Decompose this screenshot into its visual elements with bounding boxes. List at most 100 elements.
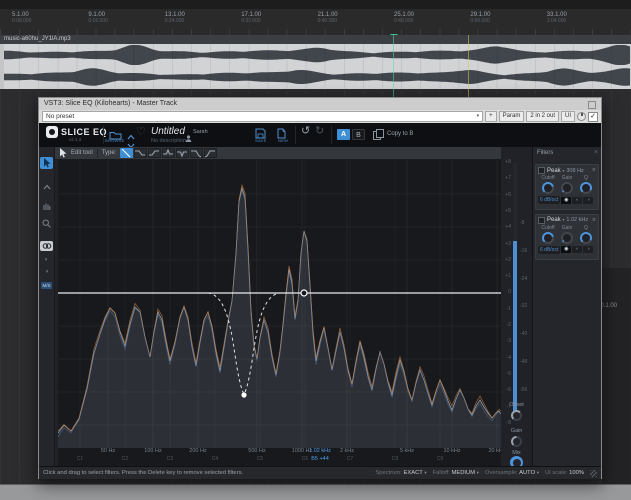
ui-scale[interactable]: UI scale: 100%: [545, 470, 584, 476]
spectrum-mode[interactable]: Spectrum: EXACT ▾: [375, 470, 426, 476]
copy-icon: [373, 129, 384, 140]
chevron-down-icon: ▾: [536, 470, 539, 475]
wet-knob[interactable]: [577, 112, 586, 121]
gain-knob[interactable]: [561, 231, 573, 244]
eq-db-scale-label: +3: [505, 240, 511, 247]
resize-grip[interactable]: [590, 469, 597, 477]
cutoff-label: Cutoff: [541, 175, 555, 181]
offset-knob[interactable]: [511, 410, 522, 421]
axis-label: C7: [346, 456, 354, 462]
track-item-label[interactable]: music-a60hu_JY1lA.mp3: [0, 35, 631, 44]
eq-db-scale-label: -3: [506, 338, 511, 345]
window-dock-icon[interactable]: [588, 101, 596, 109]
axis-label: C8: [391, 456, 399, 462]
spectrum-db-scale-label: -16: [520, 247, 528, 254]
axis-label: B5 +44: [311, 456, 329, 462]
save-label: SAVE: [255, 138, 267, 143]
slope-select[interactable]: 6 dB/oct: [538, 196, 561, 204]
falloff-mode[interactable]: Falloff: MEDIUM ▾: [433, 470, 479, 476]
left-placement-button[interactable]: ◐: [572, 196, 583, 204]
filter-card[interactable]: Peak ▾ 1.02 kHz × Cutoff Gain Q 6 dB/oct ◉ ◐ ◑: [535, 213, 599, 260]
slope-select[interactable]: 6 dB/oct: [538, 245, 561, 254]
filter-type-button-3[interactable]: [148, 148, 162, 158]
filter-type-button-1[interactable]: [120, 148, 134, 158]
gain-knob[interactable]: [561, 182, 573, 194]
filter-close-button[interactable]: ×: [592, 217, 596, 224]
ab-slot-b-button[interactable]: B: [352, 129, 365, 140]
patch-description[interactable]: No description: [151, 138, 186, 144]
panel-close-icon[interactable]: ×: [594, 149, 598, 156]
filter-type-select[interactable]: Peak ▾: [547, 217, 564, 223]
plugin-status-bar: Click and drag to select filters. Press …: [39, 466, 601, 479]
collapse-chevron-icon[interactable]: [40, 181, 53, 193]
filter-close-button[interactable]: ×: [592, 167, 596, 174]
pointer-icon: [59, 148, 67, 158]
daw-menubar: [0, 0, 631, 9]
filter-card[interactable]: Peak ▾ 308 Hz × Cutoff Gain Q 6 dB/oct ◉ ◐ ◑: [535, 164, 599, 210]
q-knob[interactable]: [580, 182, 592, 194]
filter-type-button-4[interactable]: [162, 148, 176, 158]
mid-side-button[interactable]: M/S: [40, 279, 53, 291]
plugin-brand: SLICE EQ: [61, 127, 108, 137]
edit-tool-label: Edit tool: [71, 150, 93, 156]
eq-db-scale-label: -7: [506, 403, 511, 410]
filter-type-button-7[interactable]: [204, 148, 218, 158]
filter-frequency-value[interactable]: 308 Hz: [566, 168, 590, 174]
copy-to-b-button[interactable]: Copy to B: [387, 131, 413, 137]
stereo-placement-button[interactable]: ◉: [561, 246, 572, 253]
filter-type-button-2[interactable]: [134, 148, 148, 158]
track-name: music-a60hu_JY1lA.mp3: [4, 36, 71, 42]
gain-label: Gain: [510, 428, 523, 434]
right-channel-button[interactable]: ◑: [40, 266, 53, 278]
filter-frequency-value[interactable]: 1.02 kHz: [566, 217, 590, 223]
filter-enable-checkbox[interactable]: [538, 216, 545, 224]
preset-add-button[interactable]: +: [485, 111, 497, 122]
bypass-checkbox[interactable]: ✓: [588, 111, 598, 122]
ruler-marker: 5.1.00 0:08.000: [12, 12, 32, 24]
ab-slot-a-button[interactable]: A: [337, 129, 350, 140]
arrow-tool-button[interactable]: [40, 157, 53, 169]
status-hint: Click and drag to select filters. Press …: [43, 470, 244, 476]
ui-button[interactable]: UI: [561, 111, 575, 122]
ruler-marker: 21.1.00 0:40.000: [317, 12, 338, 24]
kilohearts-logo-icon: [46, 126, 58, 138]
preset-combo[interactable]: No preset ▾: [42, 111, 484, 122]
redo-icon[interactable]: ↻: [315, 126, 324, 137]
eq-db-scale-label: +4: [505, 224, 511, 231]
axis-label: C5: [256, 456, 264, 462]
screen: 5.1.00 0:08.000 9.1.00 0:16.000 13.1.00 0:24.…: [0, 0, 631, 500]
oversample-mode[interactable]: Oversample: AUTO ▾: [485, 470, 539, 476]
audio-item[interactable]: [0, 44, 631, 89]
eq-db-scale-label: -2: [506, 322, 511, 328]
filter-enable-checkbox[interactable]: [538, 167, 545, 174]
eq-db-scale-label: +8: [505, 159, 511, 165]
stereo-channel-button[interactable]: [40, 241, 53, 251]
filter-type-button-5[interactable]: [176, 148, 190, 158]
filter-type-button-6[interactable]: [190, 148, 204, 158]
spectrum-db-scale-label: -24: [520, 275, 528, 282]
eq-db-scale-label: +7: [505, 175, 511, 182]
left-channel-button[interactable]: ◐: [40, 254, 53, 266]
stereo-placement-button[interactable]: ◉: [561, 196, 572, 204]
eq-graph[interactable]: 50 Hz 100 Hz 200 Hz 500 Hz 1000 Hz 2 kHz 5 kHz…: [58, 160, 501, 466]
waveform: [0, 44, 631, 89]
pan-hand-icon[interactable]: [40, 199, 53, 211]
filter-type-select[interactable]: Peak ▾: [547, 168, 564, 174]
daw-timeline-ruler[interactable]: 5.1.00 0:08.000 9.1.00 0:16.000 13.1.00 0:24.…: [0, 9, 631, 41]
zoom-tool-icon[interactable]: [40, 217, 53, 229]
favorite-heart-icon[interactable]: ♡: [136, 125, 146, 138]
play-cursor-line: [393, 35, 394, 97]
left-placement-button[interactable]: ◐: [572, 246, 583, 253]
io-button[interactable]: 2 in 2 out: [526, 111, 559, 122]
param-button[interactable]: Param: [498, 111, 525, 122]
q-knob[interactable]: [580, 231, 592, 244]
plugin-window-titlebar[interactable]: VST3: Slice EQ (Kilohearts) - Master Tra…: [39, 98, 601, 110]
cutoff-knob[interactable]: [542, 231, 554, 244]
output-gain-knob[interactable]: [511, 436, 522, 447]
spectrum-db-scale-label: -32: [520, 303, 528, 310]
right-placement-button[interactable]: ◑: [583, 246, 594, 253]
undo-icon[interactable]: ↺: [301, 126, 310, 137]
right-placement-button[interactable]: ◑: [583, 196, 594, 204]
patch-name[interactable]: Untitled: [151, 126, 185, 137]
cutoff-knob[interactable]: [542, 182, 554, 194]
